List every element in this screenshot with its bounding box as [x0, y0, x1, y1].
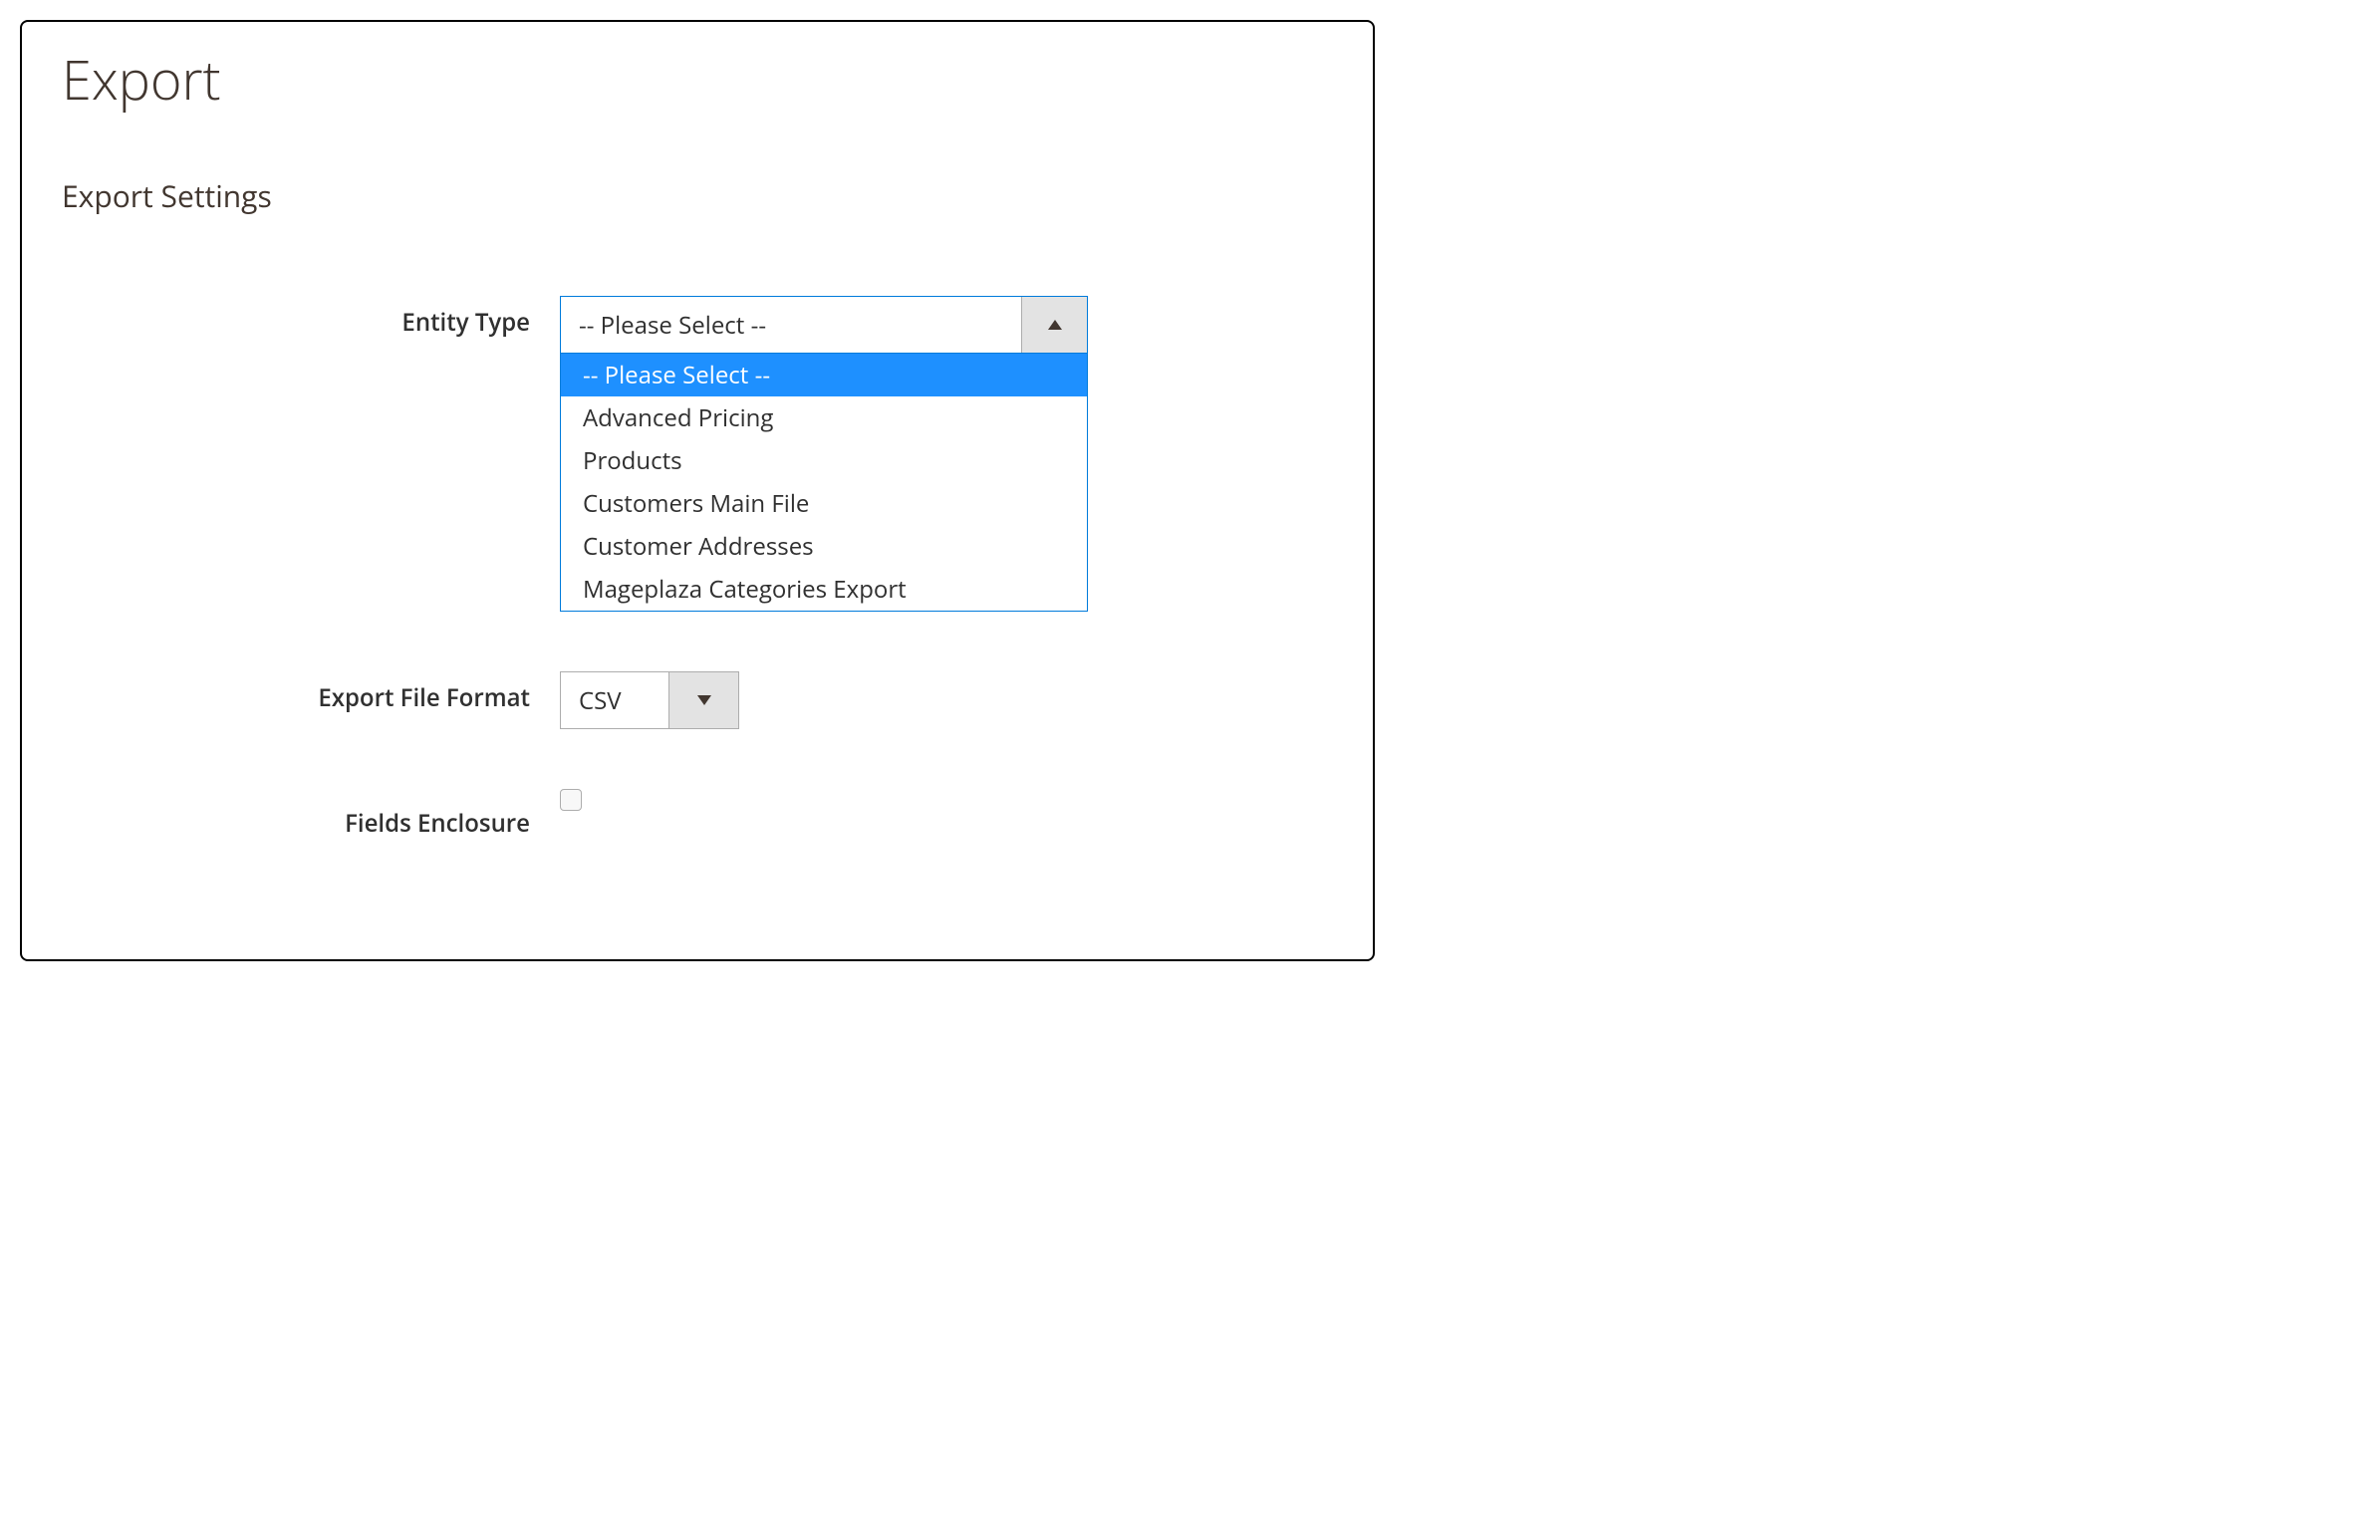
entity-type-option[interactable]: Mageplaza Categories Export — [561, 568, 1087, 611]
entity-type-option[interactable]: Customer Addresses — [561, 525, 1087, 568]
fields-enclosure-row: Fields Enclosure — [62, 789, 1333, 840]
entity-type-row: Entity Type -- Please Select -- -- Pleas… — [62, 296, 1333, 612]
entity-type-option[interactable]: Products — [561, 439, 1087, 482]
chevron-up-icon — [1021, 297, 1087, 353]
entity-type-dropdown: -- Please Select -- Advanced Pricing Pro… — [560, 354, 1088, 612]
fields-enclosure-checkbox[interactable] — [560, 789, 582, 811]
file-format-control: CSV — [560, 671, 739, 729]
file-format-selected-value: CSV — [561, 672, 668, 728]
entity-type-selected-value: -- Please Select -- — [561, 297, 1021, 353]
entity-type-option[interactable]: -- Please Select -- — [561, 354, 1087, 396]
file-format-label: Export File Format — [62, 671, 560, 714]
export-panel: Export Export Settings Entity Type -- Pl… — [20, 20, 1375, 961]
file-format-select[interactable]: CSV — [560, 671, 739, 729]
entity-type-control: -- Please Select -- -- Please Select -- … — [560, 296, 1088, 612]
page-title: Export — [62, 42, 1333, 116]
file-format-row: Export File Format CSV — [62, 671, 1333, 729]
chevron-down-icon — [668, 672, 738, 728]
entity-type-option[interactable]: Advanced Pricing — [561, 396, 1087, 439]
entity-type-label: Entity Type — [62, 296, 560, 339]
fields-enclosure-label: Fields Enclosure — [62, 789, 560, 840]
section-title: Export Settings — [62, 175, 1333, 216]
entity-type-select[interactable]: -- Please Select -- — [560, 296, 1088, 354]
entity-type-option[interactable]: Customers Main File — [561, 482, 1087, 525]
fields-enclosure-control — [560, 789, 582, 811]
